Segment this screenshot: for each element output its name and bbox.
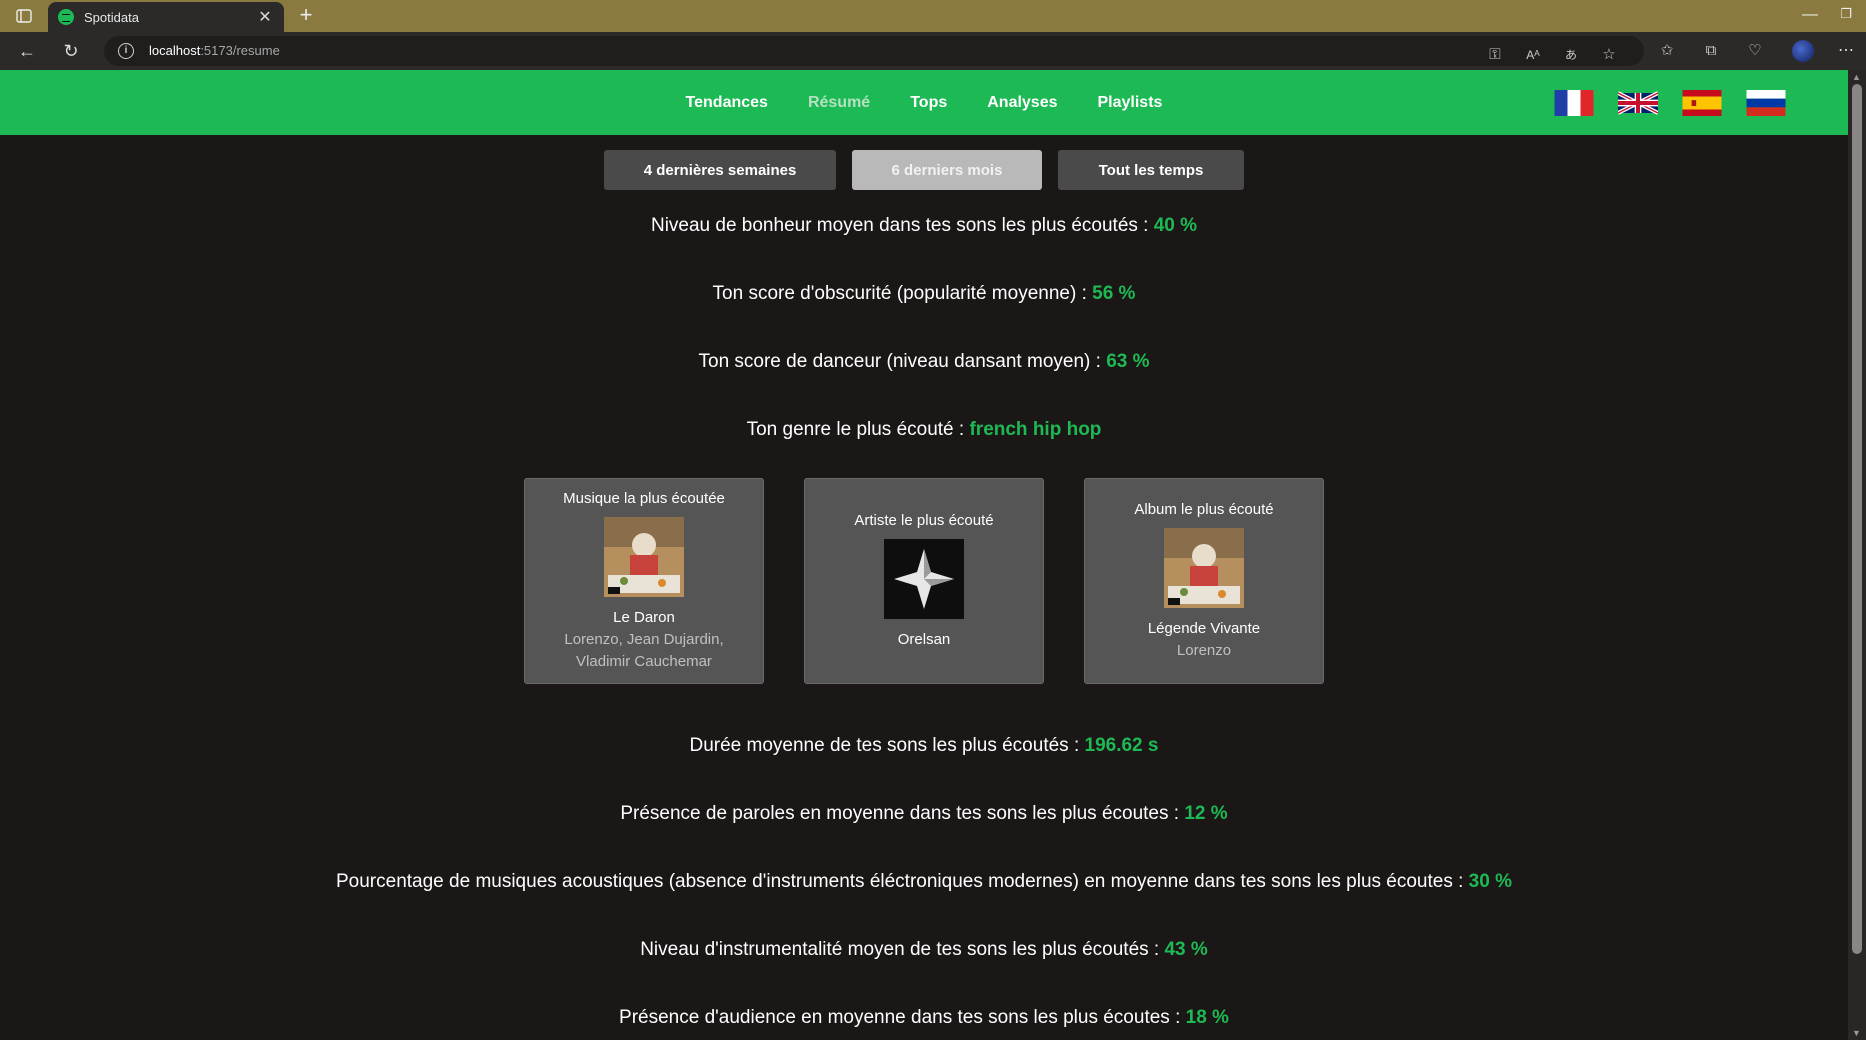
stat-obscurity: Ton score d'obscurité (popularité moyenn…	[712, 283, 1136, 304]
stat-happiness: Niveau de bonheur moyen dans tes sons le…	[650, 215, 1198, 236]
stat-top-genre: Ton genre le plus écouté : french hip ho…	[746, 419, 1102, 440]
browser-tab[interactable]: Spotidata ✕	[48, 2, 284, 32]
collections-icon[interactable]: ⧉	[1700, 40, 1722, 62]
album-cover-image	[1164, 527, 1244, 608]
close-tab-icon[interactable]: ✕	[256, 7, 274, 27]
translate-icon[interactable]: あ	[1560, 44, 1582, 66]
tab-actions-icon[interactable]	[12, 6, 36, 26]
page-scrollbar[interactable]: ▲ ▼	[1848, 70, 1866, 1040]
url-text: localhost:5173/resume	[149, 43, 280, 58]
album-name: Légende Vivante	[1147, 619, 1261, 637]
url-field[interactable]: i localhost:5173/resume ⚿ A͏ᴬ あ ☆	[104, 36, 1644, 66]
scroll-up-icon[interactable]: ▲	[1852, 72, 1861, 82]
tab-title: Spotidata	[84, 9, 139, 25]
back-icon[interactable]: ←	[16, 40, 38, 62]
refresh-icon[interactable]: ↻	[60, 40, 82, 62]
site-info-icon[interactable]: i	[118, 43, 134, 59]
flag-ru-icon[interactable]	[1746, 90, 1786, 116]
restore-icon[interactable]: ❐	[1840, 6, 1852, 22]
stat-speechiness: Présence de paroles en moyenne dans tes …	[620, 803, 1228, 824]
nav-link-tops[interactable]: Tops	[910, 94, 947, 112]
album-artist: Lorenzo	[1176, 641, 1232, 659]
nav-link-tendances[interactable]: Tendances	[686, 94, 768, 112]
scroll-down-icon[interactable]: ▼	[1852, 1028, 1861, 1038]
new-tab-icon[interactable]: +	[294, 4, 318, 28]
read-aloud-icon[interactable]: A͏ᴬ	[1522, 44, 1544, 66]
track-name: Le Daron	[613, 608, 675, 626]
more-options-icon[interactable]: ⋯	[1838, 40, 1854, 60]
favorite-star-icon[interactable]: ☆	[1598, 44, 1620, 66]
page-content: Tendances Résumé Tops Analyses Playlists	[0, 70, 1848, 1040]
address-bar: ← ↻ i localhost:5173/resume ⚿ A͏ᴬ あ ☆ ✩ …	[0, 32, 1866, 70]
profile-avatar[interactable]	[1792, 40, 1814, 62]
nav-link-resume[interactable]: Résumé	[808, 94, 870, 112]
flag-uk-icon[interactable]	[1618, 90, 1658, 116]
track-artists: Lorenzo, Jean Dujardin, Vladimir Cauchem…	[564, 630, 724, 670]
nav-link-playlists[interactable]: Playlists	[1098, 94, 1163, 112]
time-range-selector: 4 dernières semaines 6 derniers mois Tou…	[0, 150, 1848, 190]
stat-acousticness: Pourcentage de musiques acoustiques (abs…	[336, 871, 1512, 892]
nav-link-analyses[interactable]: Analyses	[987, 94, 1057, 112]
browser-titlebar: Spotidata ✕ + — ❐	[0, 0, 1866, 32]
artist-name: Orelsan	[897, 630, 951, 648]
flag-es-icon[interactable]	[1682, 90, 1722, 116]
range-long-button[interactable]: Tout les temps	[1058, 150, 1244, 190]
stat-danceability: Ton score de danceur (niveau dansant moy…	[698, 351, 1150, 372]
range-medium-button[interactable]: 6 derniers mois	[852, 150, 1042, 190]
minimize-icon[interactable]: —	[1802, 6, 1818, 24]
health-icon[interactable]: ♡	[1744, 40, 1766, 62]
stat-duration: Durée moyenne de tes sons les plus écout…	[689, 735, 1159, 756]
language-flags	[1554, 90, 1786, 116]
top-track-card[interactable]: Musique la plus écoutée Le Daron Lorenzo…	[524, 478, 764, 684]
app-navbar: Tendances Résumé Tops Analyses Playlists	[0, 70, 1848, 135]
card-title: Album le plus écouté	[1134, 500, 1274, 518]
stat-instrumentalness: Niveau d'instrumentalité moyen de tes so…	[640, 939, 1208, 960]
spotify-favicon-icon	[58, 9, 74, 25]
favorites-icon[interactable]: ✩	[1656, 40, 1678, 62]
top-items-cards: Musique la plus écoutée Le Daron Lorenzo…	[0, 478, 1848, 684]
scrollbar-thumb[interactable]	[1852, 84, 1862, 954]
flag-fr-icon[interactable]	[1554, 90, 1594, 116]
key-icon[interactable]: ⚿	[1484, 44, 1506, 66]
artist-image	[884, 538, 964, 619]
top-album-card[interactable]: Album le plus écouté Légende Vivante Lor…	[1084, 478, 1324, 684]
stat-liveness: Présence d'audience en moyenne dans tes …	[619, 1007, 1229, 1028]
card-title: Artiste le plus écouté	[854, 511, 994, 529]
card-title: Musique la plus écoutée	[563, 489, 725, 507]
top-artist-card[interactable]: Artiste le plus écouté Orelsan	[804, 478, 1044, 684]
range-short-button[interactable]: 4 dernières semaines	[604, 150, 836, 190]
track-cover-image	[604, 516, 684, 597]
